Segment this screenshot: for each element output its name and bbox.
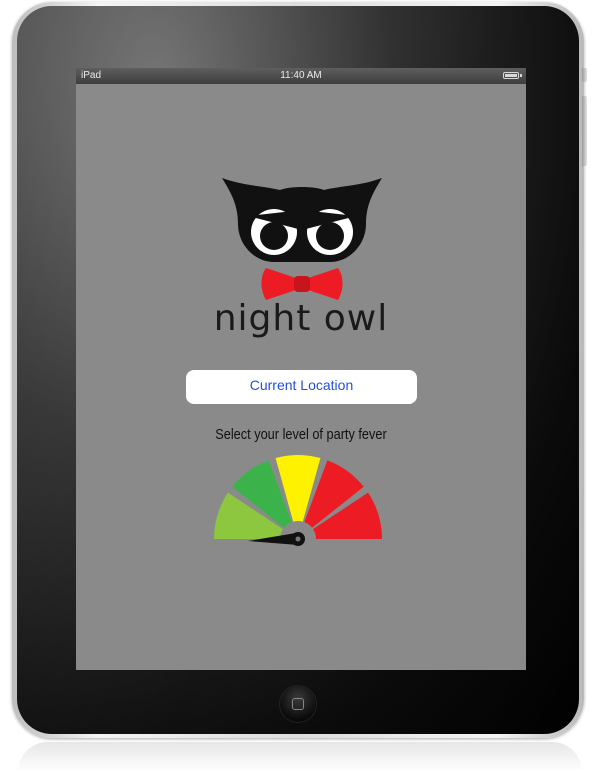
party-fever-prompt: Select your level of party fever [215, 426, 387, 443]
party-fever-gauge[interactable] [210, 453, 390, 553]
status-bar: iPad 11:40 AM [76, 68, 526, 84]
status-time: 11:40 AM [280, 70, 322, 81]
mute-switch [582, 68, 587, 82]
home-button-icon [292, 698, 304, 710]
gauge-hub-pin [295, 536, 301, 542]
app-screen: iPad 11:40 AM night owl Current Location… [76, 68, 526, 670]
home-button[interactable] [280, 686, 316, 722]
app-brand-name: night owl [213, 298, 389, 339]
volume-rocker [582, 96, 587, 166]
battery-icon [503, 72, 519, 79]
current-location-button[interactable]: Current Location [186, 370, 417, 404]
battery-tip [520, 74, 522, 77]
